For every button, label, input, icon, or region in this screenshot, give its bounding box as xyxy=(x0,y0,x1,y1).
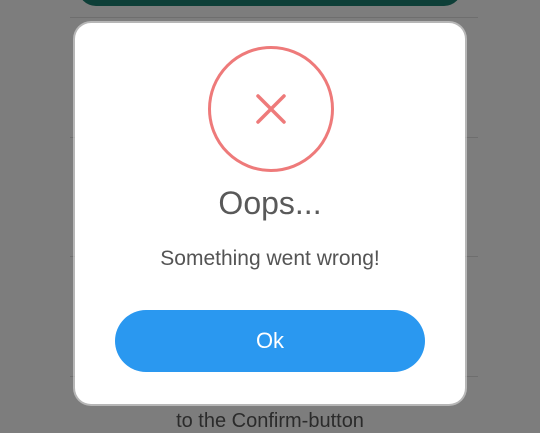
ok-button[interactable]: Ok xyxy=(115,310,425,372)
error-dialog: Oops... Something went wrong! Ok xyxy=(75,23,465,404)
error-x-icon xyxy=(208,46,334,172)
background-divider xyxy=(70,17,478,18)
dialog-message: Something went wrong! xyxy=(160,247,380,270)
dialog-title: Oops... xyxy=(218,185,322,221)
background-text-line: to the Confirm-button xyxy=(176,410,364,432)
background-top-button[interactable] xyxy=(78,0,462,6)
